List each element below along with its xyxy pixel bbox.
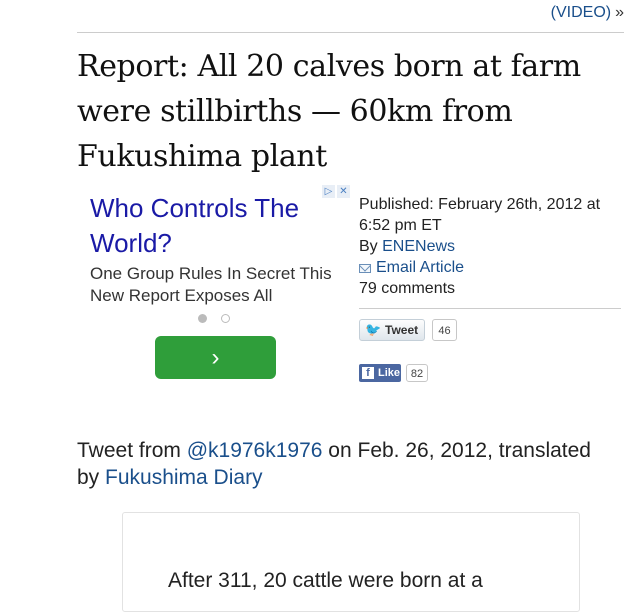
like-button-label: Like (378, 367, 401, 379)
twitter-bird-icon: 🐦 (365, 322, 382, 337)
like-count-badge: 82 (406, 364, 428, 382)
ad-carousel-dots (198, 314, 230, 323)
article-headline: Report: All 20 calves born at farm were … (77, 49, 581, 174)
embedded-tweet: After 311, 20 cattle were born at a (122, 512, 580, 612)
intro-prefix: Tweet from (77, 439, 187, 462)
author-link[interactable]: ENENews (382, 238, 455, 255)
byline: By ENENews (359, 236, 624, 257)
raquo-icon: » (615, 4, 624, 21)
tweet-button[interactable]: 🐦 Tweet (359, 319, 425, 341)
meta-divider (359, 308, 621, 309)
ad-body-text[interactable]: One Group Rules In Secret This New Repor… (90, 263, 340, 307)
twitter-user-link[interactable]: @k1976k1976 (187, 439, 323, 462)
tweet-button-label: Tweet (385, 323, 419, 337)
email-article-link[interactable]: Email Article (376, 259, 464, 276)
facebook-like-button[interactable]: f Like (359, 364, 401, 382)
published-date: Published: February 26th, 2012 at 6:52 p… (359, 196, 601, 234)
carousel-dot[interactable] (221, 314, 230, 323)
comments-count[interactable]: 79 comments (359, 278, 624, 299)
article-intro: Tweet from @k1976k1976 on Feb. 26, 2012,… (77, 437, 617, 491)
video-link[interactable]: (VIDEO)» (551, 4, 624, 22)
carousel-dot-active[interactable] (198, 314, 207, 323)
facebook-icon: f (362, 367, 374, 379)
tweet-count-badge: 46 (432, 319, 457, 341)
ad-next-button[interactable]: › (155, 336, 276, 379)
ad-close-icon[interactable]: ✕ (337, 185, 350, 198)
byline-prefix: By (359, 238, 383, 255)
video-link-label: (VIDEO) (550, 4, 612, 21)
advertisement[interactable]: ▷ ✕ Who Controls The World? One Group Ru… (88, 183, 350, 383)
top-divider (77, 32, 624, 33)
email-article[interactable]: Email Article (359, 257, 624, 278)
ad-title[interactable]: Who Controls The World? (90, 191, 330, 261)
source-link[interactable]: Fukushima Diary (105, 466, 263, 489)
tweet-text: After 311, 20 cattle were born at a (168, 569, 483, 592)
envelope-icon (359, 264, 371, 273)
chevron-right-icon: › (211, 344, 220, 371)
article-meta: Published: February 26th, 2012 at 6:52 p… (359, 194, 624, 299)
